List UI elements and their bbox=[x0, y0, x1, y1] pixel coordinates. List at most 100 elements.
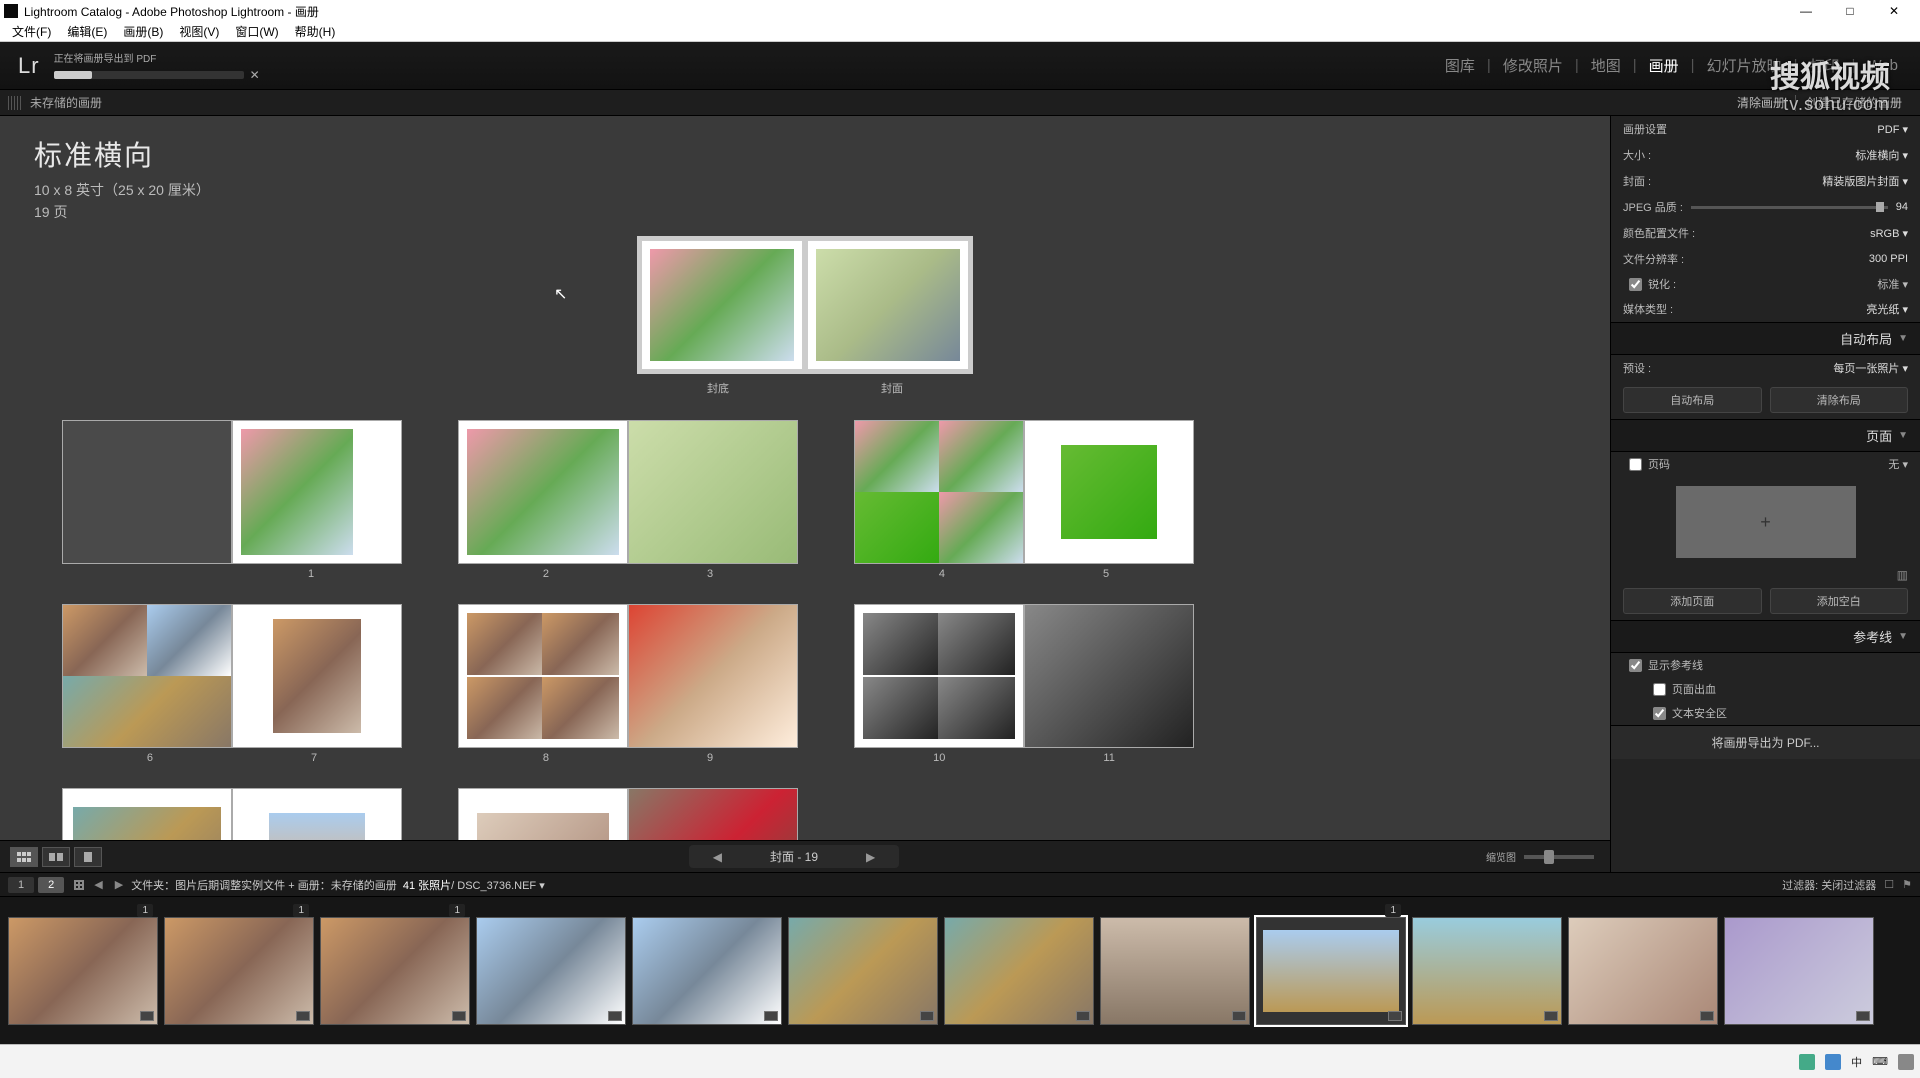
maximize-button[interactable]: □ bbox=[1828, 0, 1872, 22]
close-button[interactable]: ✕ bbox=[1872, 0, 1916, 22]
filmstrip-thumb[interactable] bbox=[1724, 917, 1874, 1025]
front-cover[interactable] bbox=[808, 241, 968, 369]
next-page-button[interactable]: ▶ bbox=[858, 850, 883, 864]
spread-10-11[interactable] bbox=[854, 604, 1194, 748]
thumbnail-size-slider[interactable] bbox=[1524, 855, 1594, 859]
filmstrip-thumb[interactable] bbox=[944, 917, 1094, 1025]
layout-picker-icon[interactable]: ▥ bbox=[1897, 568, 1908, 582]
menu-edit[interactable]: 编辑(E) bbox=[59, 23, 115, 40]
page-number-type[interactable]: 无 ▾ bbox=[1888, 456, 1908, 472]
tray-network-icon[interactable] bbox=[1898, 1054, 1914, 1070]
page-3[interactable] bbox=[629, 421, 797, 563]
multi-page-view-button[interactable] bbox=[10, 847, 38, 867]
back-cover[interactable] bbox=[642, 241, 802, 369]
clear-book-button[interactable]: 清除画册 bbox=[1727, 94, 1795, 111]
text-safe-checkbox[interactable] bbox=[1653, 707, 1666, 720]
spread-14-15[interactable] bbox=[458, 788, 798, 840]
bleed-checkbox[interactable] bbox=[1653, 683, 1666, 696]
filmstrip-thumb[interactable] bbox=[1100, 917, 1250, 1025]
ime-keyboard-icon[interactable]: ⌨ bbox=[1872, 1055, 1888, 1068]
media-type-select[interactable]: 亮光纸 ▾ bbox=[1866, 301, 1908, 317]
module-slideshow[interactable]: 幻灯片放映 bbox=[1703, 55, 1786, 76]
page-number-checkbox[interactable] bbox=[1629, 458, 1642, 471]
resolution-value[interactable]: 300 PPI bbox=[1869, 253, 1908, 265]
menu-window[interactable]: 窗口(W) bbox=[227, 23, 286, 40]
page-13[interactable] bbox=[233, 789, 401, 840]
window-tab-2[interactable]: 2 bbox=[38, 877, 64, 893]
filmstrip-thumb[interactable] bbox=[632, 917, 782, 1025]
module-book[interactable]: 画册 bbox=[1645, 55, 1683, 76]
module-print[interactable]: 打印 bbox=[1806, 55, 1844, 76]
color-profile-select[interactable]: sRGB ▾ bbox=[1870, 227, 1908, 240]
page-4[interactable] bbox=[855, 421, 1023, 563]
jpeg-quality-slider[interactable] bbox=[1691, 206, 1888, 209]
grid-icon[interactable] bbox=[74, 880, 84, 890]
spread-8-9[interactable] bbox=[458, 604, 798, 748]
chevron-left-icon[interactable]: ◀ bbox=[90, 878, 106, 891]
add-page-button[interactable]: 添加页面 bbox=[1623, 588, 1762, 614]
page-layout-preview[interactable]: + bbox=[1676, 486, 1856, 558]
filter-flag-icon[interactable]: ⚑ bbox=[1902, 878, 1912, 891]
filmstrip-thumb[interactable] bbox=[1568, 917, 1718, 1025]
cover-spread[interactable] bbox=[637, 236, 973, 374]
tray-app-icon[interactable] bbox=[1825, 1054, 1841, 1070]
filmstrip[interactable]: 1 1 1 1 bbox=[0, 896, 1920, 1044]
spreads-viewport[interactable]: 封底 封面 1 23 bbox=[0, 222, 1610, 840]
export-format-row[interactable]: 画册设置PDF ▾ bbox=[1611, 116, 1920, 142]
spread-2-3[interactable] bbox=[458, 420, 798, 564]
show-guides-checkbox[interactable] bbox=[1629, 659, 1642, 672]
tray-security-icon[interactable] bbox=[1799, 1054, 1815, 1070]
window-tab-1[interactable]: 1 bbox=[8, 877, 34, 893]
menu-book[interactable]: 画册(B) bbox=[115, 23, 171, 40]
page-section[interactable]: 页面▼ bbox=[1611, 419, 1920, 452]
progress-cancel-icon[interactable]: ✕ bbox=[250, 68, 260, 82]
page-8[interactable] bbox=[459, 605, 627, 747]
create-saved-book-button[interactable]: 创建已存储的画册 bbox=[1796, 94, 1912, 111]
spread-0-1[interactable] bbox=[62, 420, 402, 564]
auto-layout-button[interactable]: 自动布局 bbox=[1623, 387, 1762, 413]
preset-select[interactable]: 每页一张照片 ▾ bbox=[1833, 360, 1908, 376]
ime-indicator[interactable]: 中 bbox=[1851, 1054, 1862, 1070]
sharpen-checkbox[interactable] bbox=[1629, 278, 1642, 291]
module-develop[interactable]: 修改照片 bbox=[1499, 55, 1567, 76]
page-blank[interactable] bbox=[63, 421, 231, 563]
sharpen-select[interactable]: 标准 ▾ bbox=[1877, 276, 1908, 292]
page-5[interactable] bbox=[1025, 421, 1193, 563]
add-blank-button[interactable]: 添加空白 bbox=[1770, 588, 1909, 614]
filmstrip-thumb[interactable] bbox=[1412, 917, 1562, 1025]
page-7[interactable] bbox=[233, 605, 401, 747]
menu-view[interactable]: 视图(V) bbox=[171, 23, 227, 40]
module-library[interactable]: 图库 bbox=[1441, 55, 1479, 76]
single-page-view-button[interactable] bbox=[74, 847, 102, 867]
page-15[interactable] bbox=[629, 789, 797, 840]
filter-lock-icon[interactable]: ☐ bbox=[1876, 878, 1902, 891]
filmstrip-thumb[interactable]: 1 bbox=[8, 917, 158, 1025]
spread-12-13[interactable] bbox=[62, 788, 402, 840]
module-map[interactable]: 地图 bbox=[1587, 55, 1625, 76]
filmstrip-thumb[interactable] bbox=[788, 917, 938, 1025]
filmstrip-thumb[interactable] bbox=[476, 917, 626, 1025]
clear-layout-button[interactable]: 清除布局 bbox=[1770, 387, 1909, 413]
filter-select[interactable]: 关闭过滤器 bbox=[1821, 877, 1876, 893]
auto-layout-section[interactable]: 自动布局▼ bbox=[1611, 322, 1920, 355]
prev-page-button[interactable]: ◀ bbox=[705, 850, 730, 864]
page-12[interactable] bbox=[63, 789, 231, 840]
spread-view-button[interactable] bbox=[42, 847, 70, 867]
page-10[interactable] bbox=[855, 605, 1023, 747]
spread-4-5[interactable] bbox=[854, 420, 1194, 564]
guides-section[interactable]: 参考线▼ bbox=[1611, 620, 1920, 653]
page-14[interactable] bbox=[459, 789, 627, 840]
module-web[interactable]: Web bbox=[1863, 57, 1902, 74]
filmstrip-thumb[interactable]: 1 bbox=[164, 917, 314, 1025]
page-9[interactable] bbox=[629, 605, 797, 747]
page-1[interactable] bbox=[233, 421, 401, 563]
page-11[interactable] bbox=[1025, 605, 1193, 747]
page-6[interactable] bbox=[63, 605, 231, 747]
menu-file[interactable]: 文件(F) bbox=[4, 23, 59, 40]
filmstrip-thumb[interactable]: 1 bbox=[320, 917, 470, 1025]
chevron-right-icon[interactable]: ▶ bbox=[107, 878, 131, 891]
spread-6-7[interactable] bbox=[62, 604, 402, 748]
panel-grip-icon[interactable] bbox=[8, 96, 22, 110]
menu-help[interactable]: 帮助(H) bbox=[287, 23, 344, 40]
size-select[interactable]: 标准横向 ▾ bbox=[1855, 147, 1908, 163]
